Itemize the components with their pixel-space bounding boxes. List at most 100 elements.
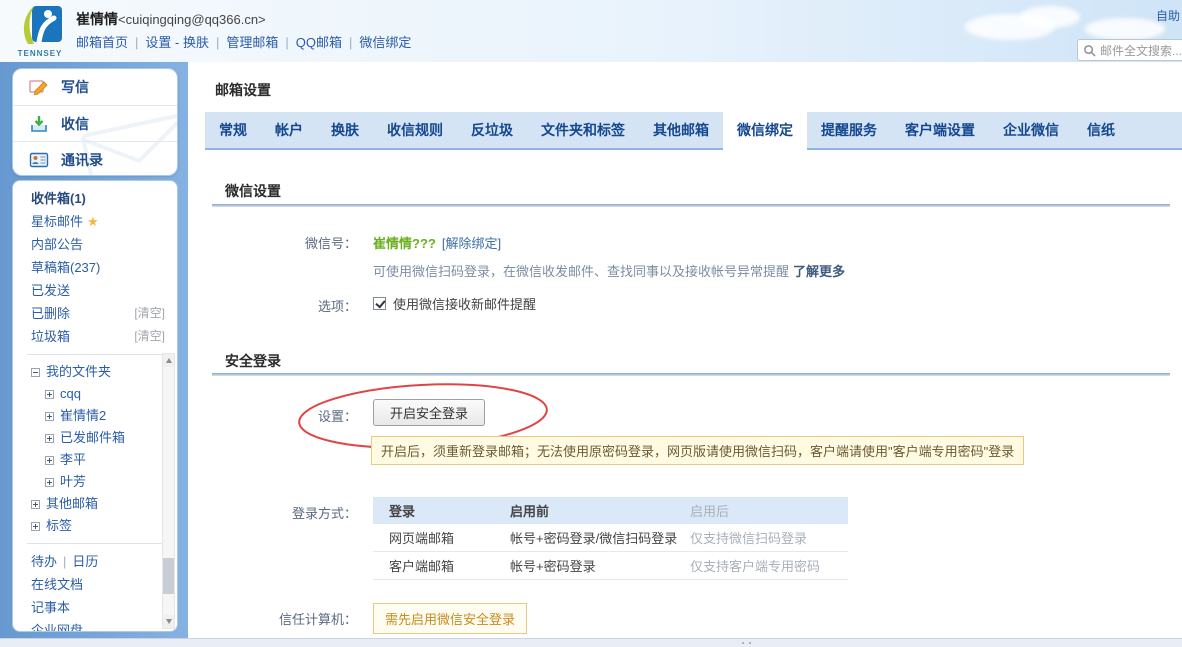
secure-login-warning: 开启后，须重新登录邮箱；无法使用原密码登录，网页版请使用微信扫码，客户端请使用"…: [371, 436, 1024, 465]
sidebar-folders-panel: 收件箱(1) 星标邮件★ 内部公告 草稿箱(237) 已发送 已删除[清空] 垃…: [12, 180, 178, 632]
tab-stationery[interactable]: 信纸: [1073, 112, 1129, 148]
separator: |: [63, 554, 66, 569]
login-method-label: 登录方式：: [228, 503, 365, 522]
account-switcher[interactable]: 崔情情<cuiqingqing@qq366.cn>: [76, 9, 280, 29]
empty-deleted-link[interactable]: [清空]: [134, 302, 165, 325]
tab-reminder-service[interactable]: 提醒服务: [807, 112, 891, 148]
contacts-button[interactable]: 通讯录: [13, 141, 177, 176]
tab-skin[interactable]: 换肤: [317, 112, 373, 148]
unbind-link[interactable]: [解除绑定]: [442, 236, 501, 251]
bottom-bar: [0, 638, 1182, 647]
online-docs-link[interactable]: 在线文档: [13, 573, 177, 596]
settings-tabs: 常规 帐户 换肤 收信规则 反垃圾 文件夹和标签 其他邮箱 微信绑定 提醒服务 …: [205, 112, 1182, 150]
wechat-settings-heading: 微信设置: [225, 181, 281, 201]
learn-more-link[interactable]: 了解更多: [793, 264, 845, 279]
trusted-computer-label: 信任计算机：: [228, 609, 365, 628]
sidebar-scrollbar[interactable]: [162, 353, 175, 629]
tree-my-folders[interactable]: 我的文件夹: [13, 361, 177, 383]
table-row: 客户端邮箱 帐号+密码登录 仅支持客户端专用密码: [373, 552, 848, 580]
tree-other-mailboxes[interactable]: 其他邮箱: [13, 493, 177, 515]
wechat-notify-label: 使用微信接收新邮件提醒: [393, 294, 536, 313]
compose-button[interactable]: 写信: [13, 69, 177, 105]
tab-general[interactable]: 常规: [205, 112, 261, 148]
wechat-notify-option: 使用微信接收新邮件提醒: [373, 294, 536, 313]
wechat-id-value: 崔情情???[解除绑定]: [373, 233, 501, 252]
nav-mail-home[interactable]: 邮箱首页: [76, 35, 145, 50]
todo-calendar-links: 待办 | 日历: [13, 550, 177, 573]
nav-qq-mail[interactable]: QQ邮箱: [296, 35, 360, 50]
folder-spam[interactable]: 垃圾箱[清空]: [13, 325, 177, 348]
header: TENNSEY 崔情情<cuiqingqing@qq366.cn> 邮箱首页设置…: [0, 0, 1182, 62]
search-placeholder: 邮件全文搜索...: [1100, 42, 1182, 59]
login-methods-table: 登录 启用前 启用后 网页端邮箱 帐号+密码登录/微信扫码登录 仅支持微信扫码登…: [373, 497, 848, 580]
header-before-enable: 启用前: [510, 501, 690, 520]
search-input[interactable]: 邮件全文搜索...: [1077, 39, 1182, 61]
inbox-icon: [29, 114, 49, 134]
expand-icon[interactable]: [31, 522, 40, 531]
receive-mail-label: 收信: [61, 114, 89, 134]
option-label: 选项：: [228, 296, 365, 315]
tree-folder-yefang[interactable]: 叶芳: [13, 471, 177, 493]
mail-app-window: TENNSEY 崔情情<cuiqingqing@qq366.cn> 邮箱首页设置…: [0, 0, 1182, 647]
tab-client-settings[interactable]: 客户端设置: [891, 112, 989, 148]
folder-starred[interactable]: 星标邮件★: [13, 210, 177, 233]
scroll-up-button[interactable]: [163, 354, 174, 367]
tree-folder-liping[interactable]: 李平: [13, 449, 177, 471]
logo-icon: [14, 4, 66, 46]
tree-labels[interactable]: 标签: [13, 515, 177, 537]
tree-folder-sent-archive[interactable]: 已发邮件箱: [13, 427, 177, 449]
tab-folders-labels[interactable]: 文件夹和标签: [527, 112, 639, 148]
cloud-decoration: [1020, 6, 1080, 28]
collapse-icon[interactable]: [31, 368, 40, 377]
tab-enterprise-wechat[interactable]: 企业微信: [989, 112, 1073, 148]
folder-drafts[interactable]: 草稿箱(237): [13, 256, 177, 279]
compose-icon: [29, 77, 49, 97]
expand-icon[interactable]: [45, 434, 54, 443]
settings-main-panel: 邮箱设置 常规 帐户 换肤 收信规则 反垃圾 文件夹和标签 其他邮箱 微信绑定 …: [188, 62, 1182, 638]
nav-wechat-binding[interactable]: 微信绑定: [359, 35, 411, 50]
user-email: <cuiqingqing@qq366.cn>: [118, 12, 266, 27]
folder-deleted[interactable]: 已删除[清空]: [13, 302, 177, 325]
notebook-link[interactable]: 记事本: [13, 596, 177, 619]
empty-spam-link[interactable]: [清空]: [134, 325, 165, 348]
trusted-computer-button[interactable]: 需先启用微信安全登录: [373, 603, 527, 634]
header-after-enable: 启用后: [690, 501, 848, 520]
folder-sent[interactable]: 已发送: [13, 279, 177, 302]
enable-secure-login-button[interactable]: 开启安全登录: [373, 399, 485, 426]
calendar-link[interactable]: 日历: [72, 554, 98, 569]
section-divider: [212, 373, 1170, 376]
self-service-link[interactable]: 自助: [1156, 7, 1180, 24]
receive-mail-button[interactable]: 收信: [13, 105, 177, 141]
tree-folder-cuiqingqing2[interactable]: 崔情情2: [13, 405, 177, 427]
header-nav: 邮箱首页设置 - 换肤管理邮箱QQ邮箱微信绑定: [76, 32, 411, 51]
search-icon: [1083, 44, 1096, 57]
sidebar-divider: [27, 354, 167, 355]
expand-icon[interactable]: [45, 456, 54, 465]
expand-icon[interactable]: [45, 390, 54, 399]
tennsey-logo[interactable]: TENNSEY: [12, 4, 68, 58]
folder-inbox[interactable]: 收件箱(1): [13, 187, 177, 210]
table-header-row: 登录 启用前 启用后: [373, 497, 848, 524]
enterprise-drive-link[interactable]: 企业网盘: [13, 619, 177, 632]
folder-announcements[interactable]: 内部公告: [13, 233, 177, 256]
security-login-heading: 安全登录: [225, 351, 281, 371]
expand-icon[interactable]: [45, 412, 54, 421]
nav-settings-skin[interactable]: 设置 - 换肤: [145, 35, 226, 50]
tab-mail-rules[interactable]: 收信规则: [373, 112, 457, 148]
cloud-decoration: [1085, 18, 1165, 40]
expand-icon[interactable]: [31, 500, 40, 509]
scroll-down-button[interactable]: [163, 615, 174, 628]
nav-manage-mailbox[interactable]: 管理邮箱: [226, 35, 295, 50]
tab-wechat-binding[interactable]: 微信绑定: [723, 112, 807, 150]
scrollbar-thumb[interactable]: [163, 558, 174, 594]
todo-link[interactable]: 待办: [31, 554, 57, 569]
sidebar-divider: [27, 543, 167, 544]
tab-antispam[interactable]: 反垃圾: [457, 112, 527, 148]
expand-icon[interactable]: [45, 478, 54, 487]
tree-folder-cqq[interactable]: cqq: [13, 383, 177, 405]
wechat-notify-checkbox[interactable]: [373, 297, 386, 310]
logo-text: TENNSEY: [12, 49, 68, 58]
tab-other-mailboxes[interactable]: 其他邮箱: [639, 112, 723, 148]
resize-handle-dots[interactable]: [740, 641, 754, 645]
tab-account[interactable]: 帐户: [261, 112, 317, 148]
